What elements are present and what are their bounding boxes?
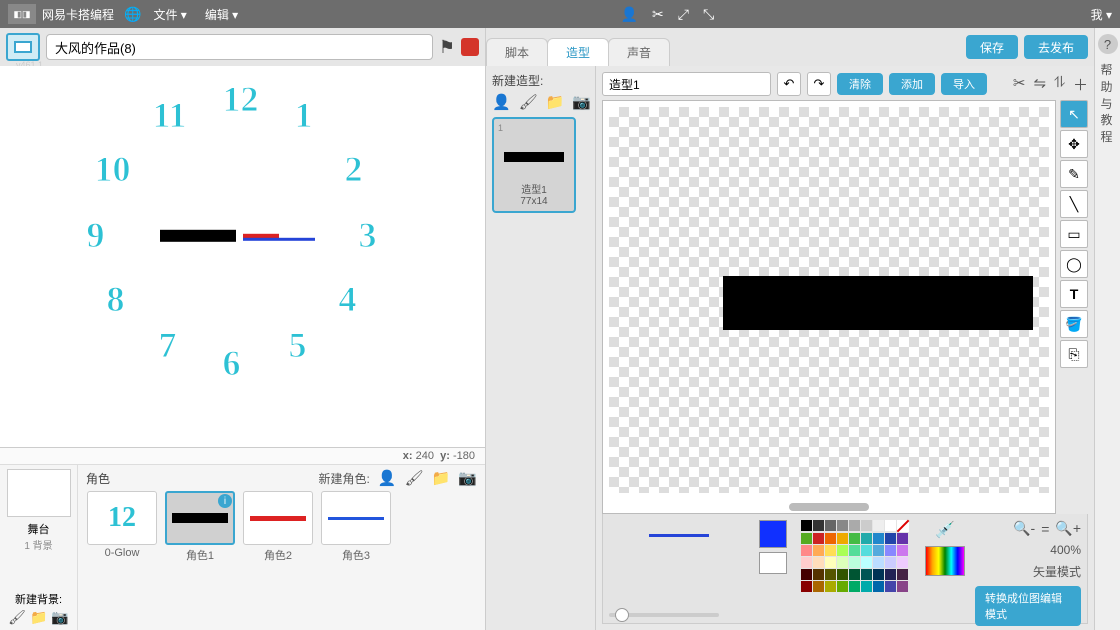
redo-button[interactable]: ↷: [807, 72, 831, 96]
select-tool[interactable]: ↖: [1060, 100, 1088, 128]
rainbow-picker[interactable]: [925, 546, 965, 576]
sprite-0glow[interactable]: 12 0-Glow: [86, 491, 158, 563]
line-tool[interactable]: ╲: [1060, 190, 1088, 218]
camera-costume-icon[interactable]: 📷: [572, 93, 591, 111]
sprite-library-icon[interactable]: 👤: [378, 469, 397, 487]
cut-icon[interactable]: ✂: [652, 6, 664, 23]
oval-tool[interactable]: ◯: [1060, 250, 1088, 278]
stage[interactable]: 12 1 2 3 4 5 6 7 8 9 10 11: [0, 66, 485, 448]
paint-sprite-icon[interactable]: 🖌: [405, 469, 424, 487]
zoom-reset-icon[interactable]: =: [1041, 521, 1049, 537]
hour-hand: [160, 230, 236, 242]
undo-button[interactable]: ↶: [777, 72, 801, 96]
upload-costume-icon[interactable]: 📁: [546, 93, 565, 111]
crop-icon[interactable]: ✂: [1013, 74, 1026, 95]
flip-h-icon[interactable]: ⇋: [1034, 74, 1047, 95]
sprite-role1[interactable]: i 角色1: [164, 491, 236, 563]
file-menu[interactable]: 文件 ▾: [147, 6, 192, 23]
mode-switch-button[interactable]: 转换成位图编辑模式: [975, 586, 1081, 626]
costume-library-icon[interactable]: 👤: [492, 93, 511, 111]
stroke-preview: [649, 534, 709, 537]
sprite-role3[interactable]: 角色3: [320, 491, 392, 563]
text-tool[interactable]: T: [1060, 280, 1088, 308]
color-palette[interactable]: [801, 520, 909, 617]
paint-backdrop-icon[interactable]: 🖌: [8, 609, 26, 626]
pencil-tool[interactable]: ✎: [1060, 160, 1088, 188]
add-button[interactable]: 添加: [889, 73, 935, 95]
me-menu[interactable]: 我 ▾: [1091, 6, 1112, 23]
stop-button[interactable]: [461, 38, 479, 56]
paint-costume-icon[interactable]: 🖌: [519, 93, 538, 111]
tab-scripts[interactable]: 脚本: [486, 38, 548, 66]
rect-tool[interactable]: ▭: [1060, 220, 1088, 248]
sprite-role2[interactable]: 角色2: [242, 491, 314, 563]
eyedropper-icon[interactable]: 💉: [935, 520, 955, 540]
grow-icon[interactable]: ⤢: [678, 6, 689, 23]
tab-costumes[interactable]: 造型: [547, 38, 609, 66]
duplicate-tool[interactable]: ⎘: [1060, 340, 1088, 368]
vector-shape[interactable]: [723, 276, 1033, 330]
costume-item[interactable]: 1 造型1 77x14: [492, 117, 576, 213]
center-icon[interactable]: ＋: [1073, 74, 1088, 95]
reshape-tool[interactable]: ✥: [1060, 130, 1088, 158]
h-scrollbar[interactable]: [789, 503, 869, 511]
paint-canvas[interactable]: [602, 100, 1056, 514]
backdrop-thumb[interactable]: [7, 469, 71, 517]
help-icon[interactable]: ?: [1098, 34, 1118, 54]
project-name-input[interactable]: [46, 34, 433, 60]
secondary-swatch[interactable]: [759, 552, 787, 574]
fullscreen-icon[interactable]: [6, 33, 40, 61]
edit-menu[interactable]: 编辑 ▾: [199, 6, 244, 23]
save-button[interactable]: 保存: [966, 35, 1018, 59]
camera-backdrop-icon[interactable]: 📷: [51, 609, 68, 626]
coords-readout: x: 240 y: -180: [0, 448, 485, 465]
zoom-out-icon[interactable]: 🔍-: [1013, 520, 1035, 537]
green-flag-icon[interactable]: ⚑: [439, 37, 455, 58]
costume-name-input[interactable]: [602, 72, 771, 96]
primary-swatch[interactable]: [759, 520, 787, 548]
logo: ◧◨: [8, 4, 36, 24]
tab-sounds[interactable]: 声音: [608, 38, 670, 66]
publish-button[interactable]: 去发布: [1024, 35, 1088, 59]
second-hand: [243, 237, 315, 240]
flip-v-icon[interactable]: ⥮: [1054, 74, 1065, 95]
clear-button[interactable]: 清除: [837, 73, 883, 95]
stamp-icon[interactable]: 👤: [621, 6, 638, 23]
upload-backdrop-icon[interactable]: 📁: [30, 609, 47, 626]
globe-icon[interactable]: 🌐: [124, 6, 141, 23]
brand: 网易卡搭编程: [42, 6, 114, 23]
upload-sprite-icon[interactable]: 📁: [432, 469, 451, 487]
info-icon[interactable]: i: [218, 494, 232, 508]
camera-sprite-icon[interactable]: 📷: [458, 469, 477, 487]
import-button[interactable]: 导入: [941, 73, 987, 95]
width-slider[interactable]: [609, 613, 719, 617]
fill-tool[interactable]: 🪣: [1060, 310, 1088, 338]
zoom-in-icon[interactable]: 🔍+: [1055, 520, 1081, 537]
shrink-icon[interactable]: ⤡: [703, 6, 714, 23]
